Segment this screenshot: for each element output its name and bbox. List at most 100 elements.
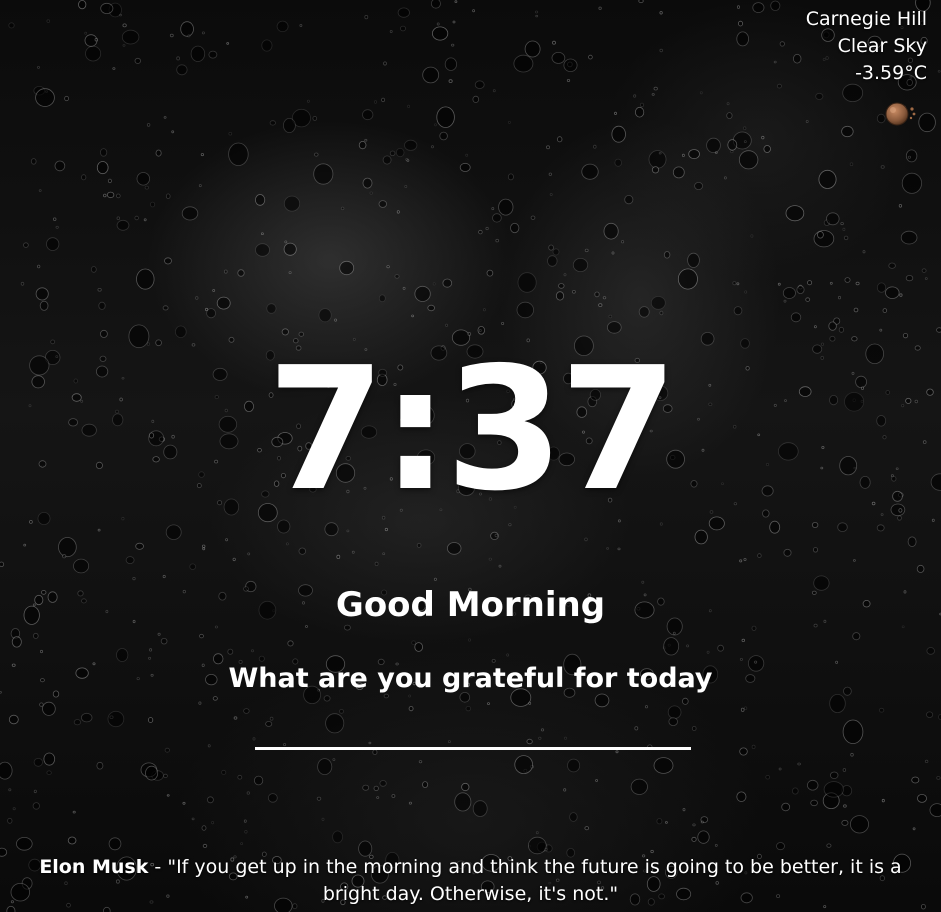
rain-drop — [317, 758, 333, 775]
rain-drop — [0, 761, 13, 780]
rain-drop — [888, 262, 896, 269]
rain-drop — [598, 303, 603, 307]
rain-drop — [433, 577, 437, 581]
rain-drop — [201, 825, 207, 831]
rain-drop — [694, 529, 708, 545]
rain-drop — [362, 784, 370, 791]
rain-drop — [595, 779, 598, 782]
rain-drop — [364, 15, 369, 20]
rain-drop — [567, 758, 581, 773]
rain-drop — [741, 638, 745, 643]
rain-drop — [584, 248, 589, 253]
rain-drop — [726, 102, 730, 106]
rain-drop — [386, 265, 390, 269]
rain-drop — [653, 757, 674, 774]
rain-drop — [112, 67, 116, 70]
rain-drop — [472, 9, 476, 13]
rain-drop — [905, 274, 914, 282]
rain-drop — [232, 557, 236, 562]
rain-drop — [638, 0, 644, 4]
rain-drop — [116, 219, 130, 231]
rain-drop — [106, 191, 115, 199]
weather-temperature: -3.59°C — [855, 62, 927, 84]
rain-drop — [672, 166, 685, 179]
rain-drop — [163, 773, 168, 779]
rain-drop — [228, 131, 233, 136]
rain-drop — [163, 116, 167, 119]
rain-drop — [594, 291, 600, 298]
rain-drop — [507, 121, 511, 124]
quote-author: Elon Musk — [39, 856, 149, 878]
rain-drop — [813, 547, 819, 553]
rain-drop — [132, 576, 136, 581]
rain-drop — [551, 52, 566, 64]
rain-drop — [40, 649, 44, 654]
rain-drop — [208, 50, 218, 59]
rain-drop — [383, 61, 387, 66]
rain-drop — [823, 781, 844, 798]
rain-drop — [852, 632, 861, 641]
rain-drop — [298, 547, 306, 555]
rain-drop — [563, 58, 578, 73]
rain-drop — [402, 286, 406, 290]
rain-drop — [339, 260, 355, 276]
rain-drop — [340, 206, 345, 211]
rain-drop — [206, 308, 217, 319]
rain-drop — [838, 295, 842, 300]
rain-drop — [757, 553, 762, 558]
rain-drop — [62, 554, 67, 559]
rain-drop — [706, 137, 721, 153]
rain-drop — [394, 274, 400, 279]
rain-drop — [336, 554, 341, 560]
rain-drop — [727, 139, 738, 151]
rain-drop — [276, 20, 289, 33]
rain-drop — [382, 552, 386, 555]
rain-drop — [659, 310, 664, 316]
rain-drop — [492, 213, 502, 223]
rain-drop — [611, 251, 615, 255]
rain-drop — [617, 547, 621, 551]
rain-drop — [404, 139, 418, 151]
weather-widget[interactable]: Carnegie Hill Clear Sky -3.59°C — [806, 6, 927, 87]
rain-drop — [639, 102, 645, 108]
rain-drop — [226, 42, 230, 45]
rain-drop — [552, 40, 556, 45]
rain-drop — [598, 6, 602, 10]
rain-drop — [32, 802, 40, 810]
rain-drop — [362, 177, 373, 189]
rain-drop — [134, 215, 139, 221]
rain-drop — [916, 564, 925, 573]
rain-drop — [8, 22, 15, 29]
rain-drop — [691, 726, 697, 732]
rain-drop — [472, 95, 480, 104]
rain-drop — [442, 278, 453, 288]
rain-drop — [164, 747, 170, 753]
rain-drop — [80, 712, 93, 723]
rain-drop — [54, 160, 66, 172]
quote-text: "If you get up in the morning and think … — [167, 856, 902, 905]
rain-drop — [603, 222, 619, 240]
rain-drop — [700, 820, 704, 824]
rain-drop — [396, 147, 405, 158]
rain-drop — [682, 153, 685, 157]
rain-drop — [53, 217, 57, 221]
rain-drop — [180, 21, 194, 37]
rain-drop — [687, 252, 700, 268]
rain-drop — [714, 151, 718, 154]
rain-drop — [611, 125, 626, 143]
rain-drop — [165, 193, 171, 199]
rain-drop — [807, 280, 813, 286]
rain-drop — [549, 193, 553, 196]
rain-drop — [452, 20, 456, 24]
rain-drop — [901, 172, 923, 194]
rain-drop — [810, 799, 818, 807]
rain-drop — [924, 277, 928, 280]
rain-drop — [459, 162, 471, 172]
rain-drop — [527, 836, 547, 855]
rain-drop — [143, 218, 147, 222]
rain-drop — [250, 649, 254, 653]
rain-drop — [738, 150, 759, 170]
rain-drop — [765, 775, 770, 780]
focus-input[interactable] — [255, 712, 691, 750]
rain-drop — [407, 104, 411, 109]
